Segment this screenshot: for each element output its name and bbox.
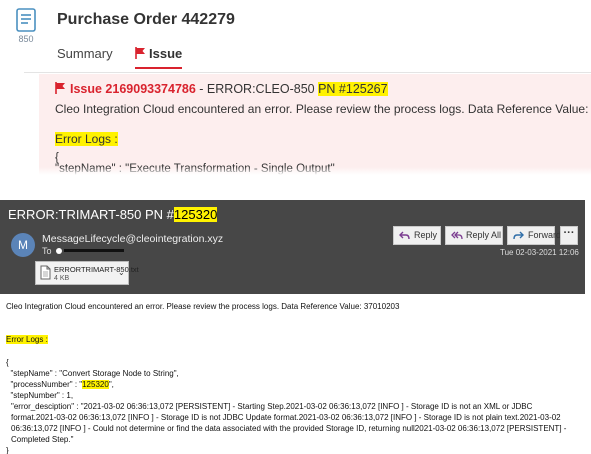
issue-panel: Issue 2169093374786 - ERROR:CLEO-850 PN … (39, 74, 591, 175)
reply-icon (399, 231, 410, 240)
email-message: ERROR:TRIMART-850 PN #125320 M MessageLi… (0, 200, 585, 454)
reply-all-icon (451, 231, 463, 240)
attachment-size: 4 KB (54, 275, 70, 282)
email-body-message: Cleo Integration Cloud encountered an er… (6, 302, 400, 311)
tab-divider (24, 72, 591, 73)
page-title: Purchase Order 442279 (57, 11, 235, 28)
email-error-logs-json: { "stepName" : "Convert Storage Node to … (6, 357, 576, 454)
attachment-chip[interactable]: ERRORTRIMART-850.txt 4 KB ⌄ (35, 261, 139, 285)
tab-issue[interactable]: Issue (135, 46, 183, 69)
subject-highlight: 125320 (173, 207, 218, 222)
purchase-order-panel: 850 Purchase Order 442279 Summary Issue … (0, 0, 591, 175)
issue-heading: Issue 2169093374786 - ERROR:CLEO-850 PN … (55, 82, 388, 97)
json-error-description: "error_desciption" : "2021-03-02 06:36:1… (11, 402, 567, 444)
email-sender[interactable]: MessageLifecycle@cleointegration.xyz (42, 233, 223, 245)
forward-icon (513, 231, 524, 240)
email-header: ERROR:TRIMART-850 PN #125320 M MessageLi… (0, 200, 585, 294)
reply-button[interactable]: Reply (393, 226, 441, 245)
issue-error-prefix: - ERROR:CLEO-850 (195, 82, 319, 96)
text-file-icon (40, 265, 51, 285)
flag-icon (135, 47, 146, 62)
chevron-down-icon[interactable]: ⌄ (118, 268, 125, 277)
email-recipients: To (42, 246, 124, 256)
issue-pn-highlight: PN #125267 (318, 82, 388, 96)
error-logs-label: Error Logs : (55, 132, 118, 146)
tab-summary[interactable]: Summary (57, 46, 113, 61)
purchase-order-icon: 850 (14, 8, 38, 48)
recipient-status-icon (55, 248, 62, 254)
po-icon-number: 850 (18, 34, 34, 44)
process-number-highlight: 125320 (82, 380, 109, 389)
issue-flag-icon (55, 82, 66, 97)
email-subject: ERROR:TRIMART-850 PN #125320 (8, 207, 218, 222)
attachment-name: ERRORTRIMART-850.txt (54, 265, 139, 274)
forward-button[interactable]: Forward (507, 226, 561, 245)
issue-message: Cleo Integration Cloud encountered an er… (55, 102, 591, 116)
email-error-logs-label: Error Logs : (6, 335, 48, 344)
reply-all-button[interactable]: Reply All (445, 226, 503, 245)
more-actions-button[interactable]: ··· (560, 226, 578, 245)
json-step-number: "stepNumber" : 1, (6, 391, 74, 400)
issue-id: Issue 2169093374786 (70, 82, 196, 96)
json-open: { (6, 358, 9, 367)
avatar: M (11, 233, 35, 257)
tab-issue-label: Issue (149, 46, 183, 61)
panel-fade (0, 167, 591, 175)
redacted-recipient (63, 249, 124, 252)
json-step-name: "stepName" : "Convert Storage Node to St… (6, 369, 179, 378)
email-date: Tue 02-03-2021 12:06 (500, 248, 579, 257)
json-close: } (6, 446, 9, 454)
